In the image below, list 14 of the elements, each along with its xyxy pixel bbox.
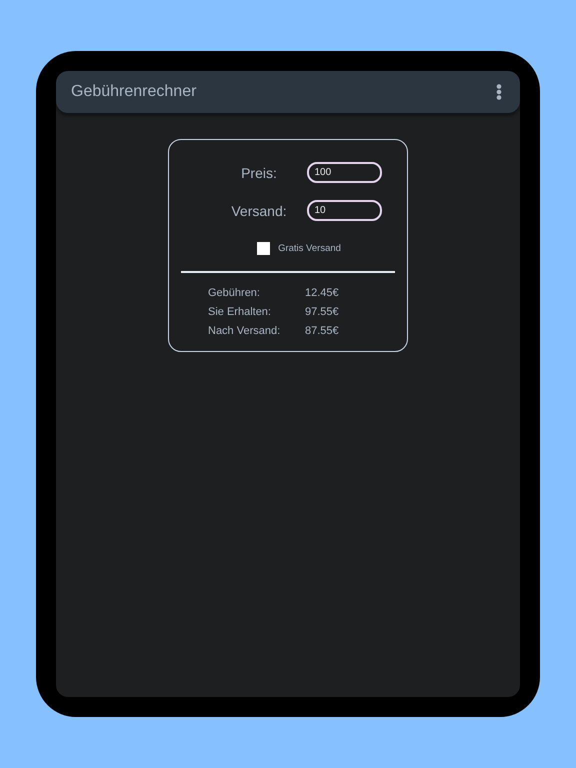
more-menu-icon[interactable] <box>496 84 502 100</box>
input-field[interactable]: 10 <box>306 200 382 221</box>
field-label: Preis: <box>240 164 278 180</box>
input-field[interactable]: 100 <box>306 162 382 183</box>
checkbox[interactable] <box>257 242 270 255</box>
field-label: Versand: <box>230 202 288 218</box>
checkbox-label: Gratis Versand <box>278 243 341 254</box>
result-value: 12.45€ <box>305 286 340 298</box>
result-label: Gebühren: <box>208 286 261 298</box>
result-value: 97.55€ <box>305 306 340 318</box>
app-title: Gebührenrechner <box>71 83 196 101</box>
result-label: Nach Versand: <box>208 324 282 336</box>
result-label: Sie Erhalten: <box>208 306 272 318</box>
result-value: 87.55€ <box>305 324 340 336</box>
